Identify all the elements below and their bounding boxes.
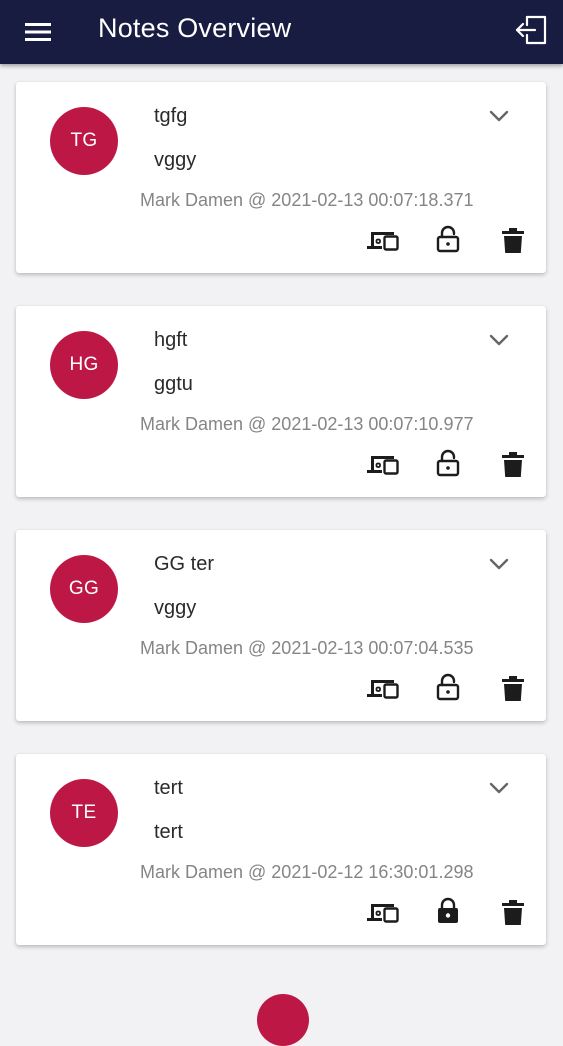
unlocked-lock-icon	[436, 449, 460, 482]
trash-icon	[502, 228, 524, 253]
chevron-down-icon	[489, 782, 509, 794]
expand-button[interactable]	[484, 774, 514, 802]
chevron-down-icon	[489, 558, 509, 570]
avatar: TG	[50, 107, 118, 175]
note-body: ggtu	[154, 373, 193, 395]
lock-button[interactable]	[430, 672, 466, 706]
chevron-down-icon	[489, 334, 509, 346]
note-card[interactable]: TE tert tert Mark Damen @ 2021-02-12 16:…	[16, 754, 546, 945]
avatar: TE	[50, 779, 118, 847]
avatar: GG	[50, 555, 118, 623]
lock-icon	[436, 897, 460, 930]
note-author-timestamp: Mark Damen @ 2021-02-12 16:30:01.298	[140, 862, 474, 882]
expand-button[interactable]	[484, 326, 514, 354]
logout-button[interactable]	[508, 8, 554, 52]
page-title: Notes Overview	[98, 13, 292, 43]
note-title: GG ter	[154, 553, 215, 575]
note-author-timestamp: Mark Damen @ 2021-02-13 00:07:10.977	[140, 414, 474, 434]
trash-icon	[502, 452, 524, 477]
note-title: tert	[154, 777, 183, 799]
logout-icon	[515, 15, 547, 45]
devices-icon	[367, 680, 399, 699]
delete-button[interactable]	[495, 672, 531, 706]
note-card[interactable]: GG GG ter vggy Mark Damen @ 2021-02-13 0…	[16, 530, 546, 721]
unlocked-lock-icon	[436, 673, 460, 706]
unlocked-lock-icon	[436, 225, 460, 258]
note-body: tert	[154, 821, 183, 843]
lock-button[interactable]	[430, 224, 466, 258]
delete-button[interactable]	[495, 896, 531, 930]
note-card[interactable]: HG hgft ggtu Mark Damen @ 2021-02-13 00:…	[16, 306, 546, 497]
app-bar: Notes Overview	[0, 0, 563, 64]
delete-button[interactable]	[495, 448, 531, 482]
chevron-down-icon	[489, 110, 509, 122]
expand-button[interactable]	[484, 550, 514, 578]
delete-button[interactable]	[495, 224, 531, 258]
menu-button[interactable]	[18, 14, 58, 50]
devices-icon	[367, 904, 399, 923]
note-author-timestamp: Mark Damen @ 2021-02-13 00:07:04.535	[140, 638, 474, 658]
devices-icon	[367, 456, 399, 475]
avatar: HG	[50, 331, 118, 399]
devices-icon	[367, 232, 399, 251]
lock-button[interactable]	[430, 896, 466, 930]
note-title: tgfg	[154, 105, 188, 127]
expand-button[interactable]	[484, 102, 514, 130]
note-card[interactable]: TG tgfg vggy Mark Damen @ 2021-02-13 00:…	[16, 82, 546, 273]
lock-button[interactable]	[430, 448, 466, 482]
note-body: vggy	[154, 597, 197, 619]
devices-button[interactable]	[365, 224, 401, 258]
add-note-button[interactable]	[257, 994, 309, 1046]
note-body: vggy	[154, 149, 197, 171]
devices-button[interactable]	[365, 448, 401, 482]
note-author-timestamp: Mark Damen @ 2021-02-13 00:07:18.371	[140, 190, 474, 210]
trash-icon	[502, 900, 524, 925]
devices-button[interactable]	[365, 672, 401, 706]
note-title: hgft	[154, 329, 188, 351]
hamburger-menu-icon	[25, 23, 51, 41]
devices-button[interactable]	[365, 896, 401, 930]
trash-icon	[502, 676, 524, 701]
